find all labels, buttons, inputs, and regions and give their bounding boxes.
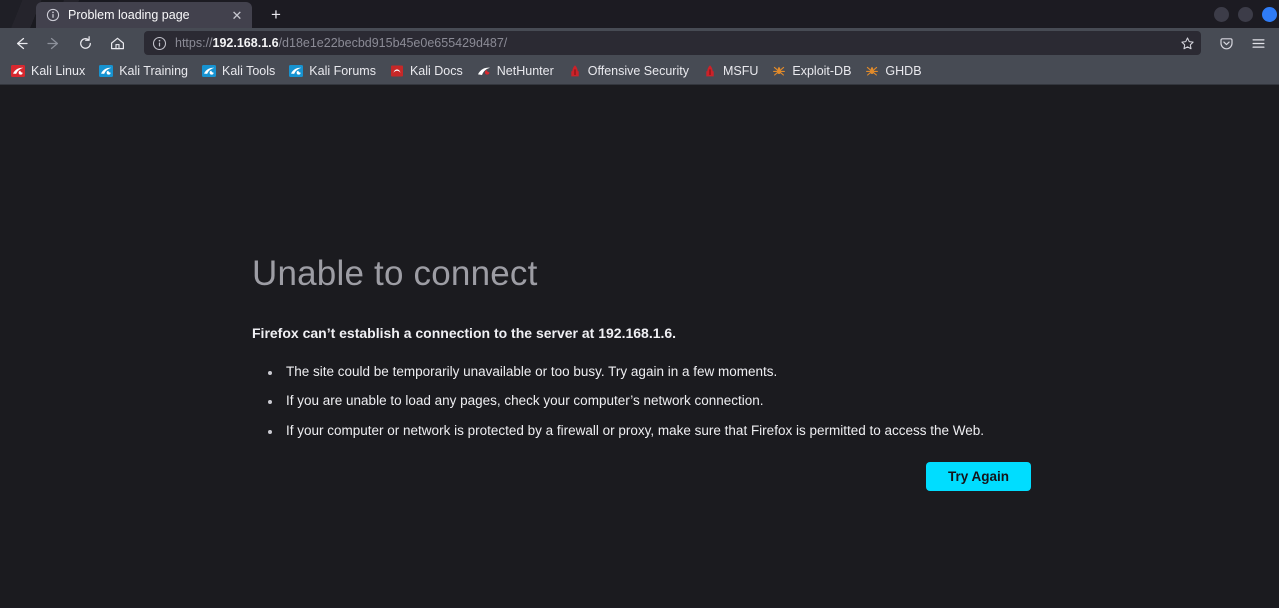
bookmark-kali-docs[interactable]: Kali Docs bbox=[383, 61, 469, 81]
bookmark-label: Kali Docs bbox=[409, 64, 463, 78]
url-host: 192.168.1.6 bbox=[212, 36, 279, 50]
kali-dragon-icon bbox=[99, 65, 114, 77]
bookmarks-toolbar: Kali Linux Kali Training Kali Tools Kali… bbox=[0, 58, 1279, 85]
bookmark-label: Kali Tools bbox=[222, 64, 276, 78]
app-menu-button[interactable] bbox=[1243, 30, 1273, 56]
url-path: /d18e1e22becbd915b45e0e655429d487/ bbox=[278, 36, 508, 50]
error-suggestions-list: The site could be temporarily unavailabl… bbox=[252, 362, 1042, 443]
pocket-icon bbox=[1219, 37, 1233, 49]
bookmark-offensive-security[interactable]: Offensive Security bbox=[561, 61, 695, 81]
tab-strip: Problem loading page ✕ + bbox=[0, 0, 1279, 28]
bookmark-label: Kali Training bbox=[119, 64, 188, 78]
neterror-container: Unable to connect Firefox can’t establis… bbox=[252, 254, 1042, 492]
kali-dragon-icon bbox=[477, 67, 490, 75]
bookmark-label: GHDB bbox=[885, 64, 922, 78]
page-title: Unable to connect bbox=[252, 254, 538, 293]
star-icon[interactable] bbox=[1175, 32, 1199, 54]
page-content: Unable to connect Firefox can’t establis… bbox=[0, 85, 1279, 607]
hamburger-menu-icon bbox=[1252, 38, 1264, 48]
reload-button[interactable] bbox=[70, 30, 100, 56]
window-controls bbox=[1214, 0, 1279, 28]
button-row: Try Again bbox=[252, 462, 1042, 492]
window-close-button[interactable] bbox=[1262, 6, 1277, 22]
tab-close-icon[interactable]: ✕ bbox=[228, 6, 246, 24]
list-item: If your computer or network is protected… bbox=[282, 421, 1042, 442]
bookmark-kali-training[interactable]: Kali Training bbox=[92, 61, 194, 81]
forward-arrow-icon bbox=[46, 37, 58, 49]
kali-dragon-icon bbox=[202, 65, 216, 77]
home-icon bbox=[110, 37, 124, 49]
forward-button[interactable] bbox=[38, 30, 68, 56]
url-scheme: https:// bbox=[175, 36, 213, 50]
try-again-button[interactable]: Try Again bbox=[925, 462, 1031, 492]
info-circle-icon bbox=[46, 8, 60, 22]
bookmark-label: NetHunter bbox=[496, 64, 554, 78]
error-description: Firefox can’t establish a connection to … bbox=[252, 324, 677, 341]
bookmark-label: MSFU bbox=[722, 64, 759, 78]
bookmark-kali-tools[interactable]: Kali Tools bbox=[195, 61, 281, 81]
spider-icon bbox=[773, 66, 786, 76]
tab-title: Problem loading page bbox=[68, 8, 190, 22]
bookmark-msfu[interactable]: MSFU bbox=[696, 61, 764, 81]
list-item: If you are unable to load any pages, che… bbox=[282, 391, 1042, 412]
bookmark-exploit-db[interactable]: Exploit-DB bbox=[765, 61, 857, 81]
bookmark-label: Kali Linux bbox=[31, 64, 86, 78]
reload-icon bbox=[79, 35, 91, 49]
url-bar[interactable]: https://192.168.1.6/d18e1e22becbd915b45e… bbox=[144, 31, 1201, 55]
site-identity-icon[interactable] bbox=[152, 36, 167, 51]
pocket-button[interactable] bbox=[1211, 30, 1241, 56]
back-button[interactable] bbox=[6, 30, 36, 56]
home-button[interactable] bbox=[102, 30, 132, 56]
bookmark-kali-forums[interactable]: Kali Forums bbox=[282, 61, 382, 81]
url-input[interactable]: https://192.168.1.6/d18e1e22becbd915b45e… bbox=[175, 36, 1167, 50]
new-tab-button[interactable]: + bbox=[262, 2, 290, 28]
offsec-icon bbox=[706, 65, 714, 77]
kali-docs-icon bbox=[390, 65, 403, 77]
window-maximize-button[interactable] bbox=[1238, 6, 1253, 22]
back-arrow-icon bbox=[16, 37, 28, 49]
bookmark-label: Kali Forums bbox=[309, 64, 376, 78]
bookmark-nethunter[interactable]: NetHunter bbox=[470, 61, 560, 81]
bookmark-label: Offensive Security bbox=[587, 64, 689, 78]
bookmark-ghdb[interactable]: GHDB bbox=[858, 61, 927, 81]
browser-tab[interactable]: Problem loading page ✕ bbox=[36, 2, 252, 28]
navigation-toolbar: https://192.168.1.6/d18e1e22becbd915b45e… bbox=[0, 28, 1279, 58]
bookmark-label: Exploit-DB bbox=[792, 64, 852, 78]
kali-dragon-icon bbox=[11, 65, 25, 77]
kali-dragon-icon bbox=[289, 65, 304, 77]
window-minimize-button[interactable] bbox=[1214, 6, 1229, 22]
spider-icon bbox=[866, 66, 879, 76]
bookmark-kali-linux[interactable]: Kali Linux bbox=[4, 61, 91, 81]
offsec-icon bbox=[571, 65, 579, 77]
list-item: The site could be temporarily unavailabl… bbox=[282, 362, 1042, 383]
toolbar-right-actions bbox=[1211, 30, 1273, 56]
